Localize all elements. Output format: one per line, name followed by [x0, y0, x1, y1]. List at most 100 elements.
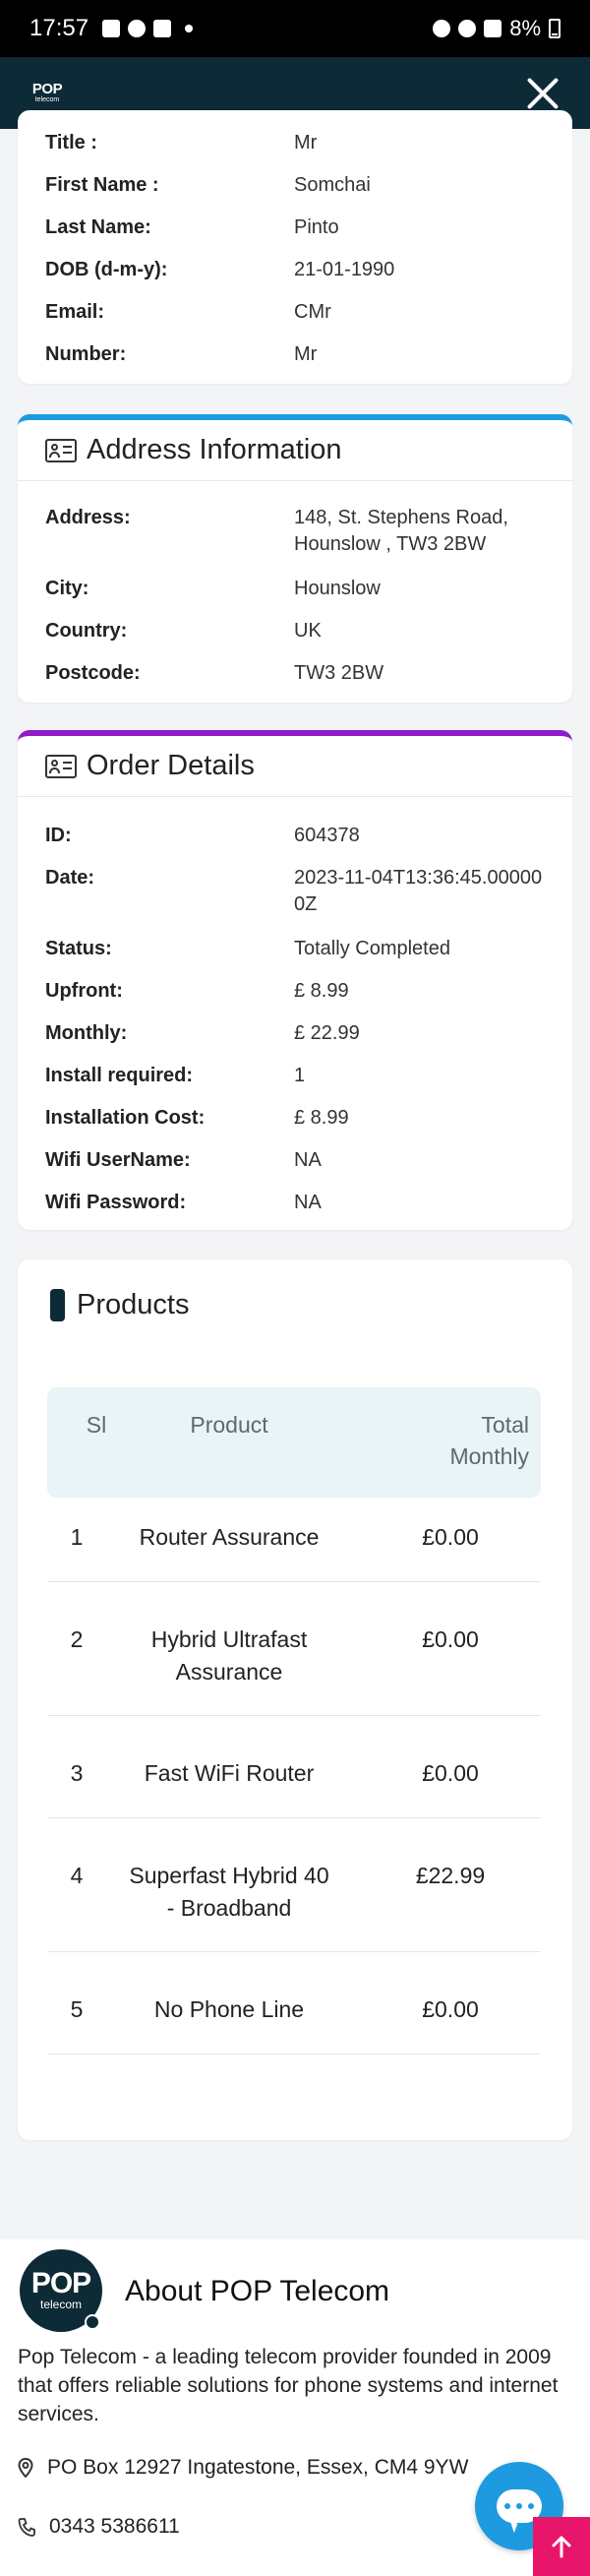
order-value: Totally Completed — [294, 938, 450, 959]
info-label: First Name : — [45, 174, 159, 196]
table-row: 4 Superfast Hybrid 40 - Broadband £22.99 — [47, 1818, 541, 1952]
order-row: Wifi UserName: NA — [45, 1147, 553, 1174]
order-label: Date: — [45, 867, 95, 889]
info-label: Number: — [45, 343, 127, 365]
order-value: £ 8.99 — [294, 980, 349, 1002]
cell-product: Router Assurance — [139, 1524, 320, 1550]
order-label: Upfront: — [45, 980, 123, 1002]
info-value: Pinto — [294, 216, 339, 238]
pop-telecom-logo[interactable]: POP telecom — [28, 80, 67, 107]
cell-total: £0.00 — [422, 1626, 479, 1652]
cell-product: Fast WiFi Router — [144, 1760, 315, 1786]
logo-text: POP — [30, 2267, 91, 2300]
order-card-header: Order Details — [18, 736, 572, 797]
cell-sl: 5 — [70, 1996, 84, 2022]
alarm-icon — [433, 20, 451, 37]
contact-address-text: PO Box 12927 Ingatestone, Essex, CM4 9YW — [47, 2456, 469, 2479]
cell-product: Hybrid Ultrafast Assurance — [150, 1626, 308, 1685]
address-title: Address Information — [87, 434, 342, 465]
info-row: First Name : Somchai — [45, 172, 553, 199]
table-row: 5 No Phone Line £0.00 — [47, 1952, 541, 2055]
address-label: City: — [45, 578, 89, 599]
order-value: NA — [294, 1149, 322, 1171]
order-value: 1 — [294, 1065, 306, 1086]
info-value: Mr — [294, 132, 318, 153]
info-label: Title : — [45, 132, 97, 153]
status-bar: 17:57 8% — [0, 0, 590, 57]
info-row: Title : Mr — [45, 130, 553, 156]
system-icons: 8% — [433, 16, 560, 41]
cell-sl: 1 — [70, 1524, 84, 1550]
table-row: 2 Hybrid Ultrafast Assurance £0.00 — [47, 1582, 541, 1716]
address-value: TW3 2BW — [294, 662, 384, 684]
cell-total: £22.99 — [415, 1863, 486, 1888]
scroll-to-top-button[interactable] — [533, 2517, 590, 2576]
order-row: ID: 604378 — [45, 823, 553, 849]
about-description: Pop Telecom - a leading telecom provider… — [18, 2346, 559, 2425]
info-row: Last Name: Pinto — [45, 215, 553, 241]
address-value: UK — [294, 620, 322, 642]
info-label: DOB (d-m-y): — [45, 259, 168, 280]
order-title: Order Details — [87, 750, 255, 781]
products-card: Products Sl Product Total Monthly 1 Rout… — [18, 1259, 572, 2140]
order-value: 604378 — [294, 825, 360, 846]
order-row: Wifi Password: NA — [45, 1190, 553, 1216]
info-label: Email: — [45, 301, 105, 323]
order-label: Status: — [45, 938, 112, 959]
logo-subtext: telecom — [39, 2298, 83, 2311]
column-header-sl: Sl — [86, 1412, 107, 1438]
info-value: 21-01-1990 — [294, 259, 395, 280]
order-row: Installation Cost: £ 8.99 — [45, 1105, 553, 1132]
cell-sl: 3 — [70, 1760, 84, 1786]
info-row: Email: CMr — [45, 299, 553, 326]
order-row: Install required: 1 — [45, 1063, 553, 1089]
order-label: Install required: — [45, 1065, 194, 1086]
address-label: Address: — [45, 507, 131, 528]
info-row: DOB (d-m-y): 21-01-1990 — [45, 257, 553, 283]
address-card-header: Address Information — [18, 420, 572, 481]
contact-phone-text[interactable]: 0343 5386611 — [49, 2515, 180, 2539]
order-label: Installation Cost: — [45, 1107, 206, 1129]
cell-sl: 2 — [70, 1626, 84, 1652]
about-title: About POP Telecom — [125, 2275, 390, 2307]
order-label: Monthly: — [45, 1022, 128, 1044]
logo-text: POP — [31, 80, 63, 97]
logo-badge-icon — [85, 2314, 100, 2330]
order-label: Wifi UserName: — [45, 1149, 191, 1171]
info-value: Mr — [294, 343, 318, 365]
table-row: 3 Fast WiFi Router £0.00 — [47, 1716, 541, 1818]
column-header-product: Product — [190, 1412, 268, 1438]
contact-address: PO Box 12927 Ingatestone, Essex, CM4 9YW — [18, 2456, 468, 2480]
cell-product: No Phone Line — [153, 1996, 305, 2022]
personal-info-card: Title : Mr First Name : Somchai Last Nam… — [18, 110, 572, 384]
status-time: 17:57 — [30, 15, 89, 41]
notification-icons — [102, 20, 194, 37]
address-label: Postcode: — [45, 662, 141, 684]
id-card-icon — [45, 438, 77, 462]
cell-sl: 4 — [70, 1863, 84, 1888]
address-value: 148, St. Stephens Road, Hounslow , TW3 2… — [294, 507, 508, 555]
address-row: City: Hounslow — [45, 576, 553, 602]
cell-product: Superfast Hybrid 40 - Broadband — [129, 1863, 329, 1921]
signal-icon — [484, 20, 502, 37]
logo-subtext: telecom — [34, 95, 60, 103]
order-value: NA — [294, 1192, 322, 1213]
info-label: Last Name: — [45, 216, 151, 238]
cell-total: £0.00 — [422, 1760, 479, 1786]
phone-icon — [18, 2518, 35, 2537]
pop-telecom-logo-large: POP telecom — [20, 2249, 102, 2332]
info-row: Number: Mr — [45, 341, 553, 368]
arrow-up-icon — [552, 2536, 571, 2558]
address-label: Country: — [45, 620, 128, 642]
id-card-icon — [45, 754, 77, 778]
close-icon[interactable] — [523, 74, 562, 113]
address-row: Address: 148, St. Stephens Road, Hounslo… — [45, 505, 553, 558]
order-value: £ 8.99 — [294, 1107, 349, 1129]
order-value: 2023-11-04T13:36:45.000000Z — [294, 867, 543, 915]
contact-phone[interactable]: 0343 5386611 — [18, 2515, 180, 2539]
location-pin-icon — [18, 2458, 33, 2478]
products-title: Products — [77, 1289, 190, 1320]
order-card: Order Details ID: 604378 Date: 2023-11-0… — [18, 730, 572, 1230]
order-value: £ 22.99 — [294, 1022, 360, 1044]
products-accent-bar — [50, 1289, 65, 1321]
